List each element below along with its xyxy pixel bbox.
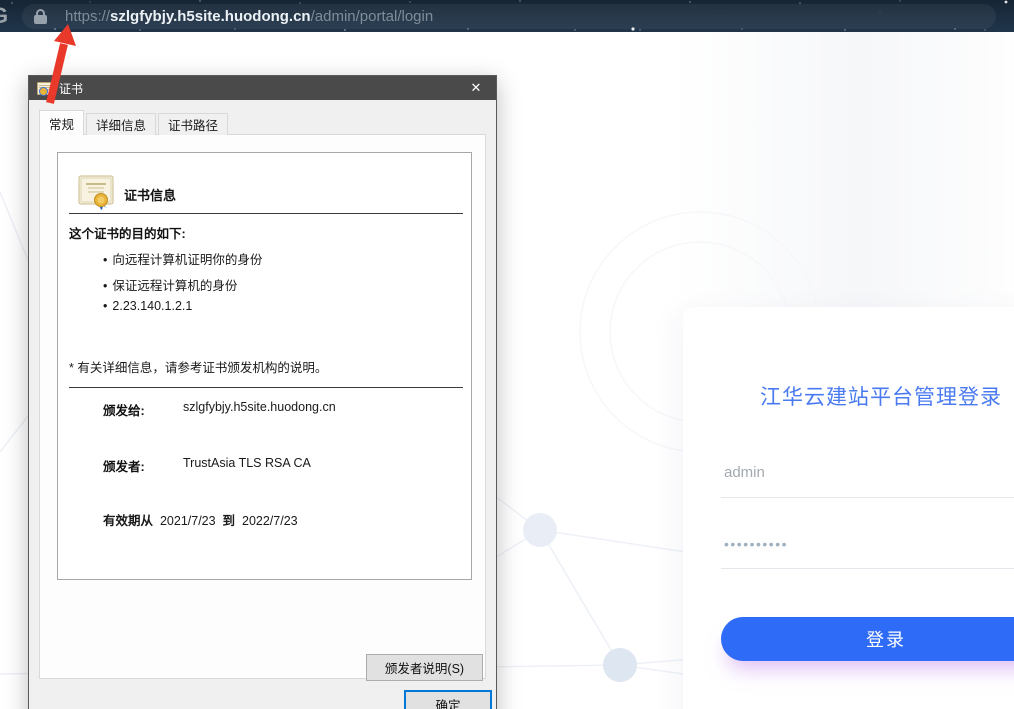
ssl-lock-icon[interactable] <box>34 9 47 24</box>
dialog-titlebar[interactable]: 证书 ✕ <box>29 76 496 100</box>
login-card: 江华云建站平台管理登录 admin •••••••••• 登录 <box>683 307 1014 709</box>
issued-by-value: TrustAsia TLS RSA CA <box>183 456 311 470</box>
screen: G https://szlgfybjy.h5site.huodong.cn/ad… <box>0 0 1014 709</box>
ca-note: * 有关详细信息，请参考证书颁发机构的说明。 <box>69 357 327 376</box>
url-domain: szlgfybjy.h5site.huodong.cn <box>110 8 311 25</box>
purpose-heading: 这个证书的目的如下: <box>69 223 186 242</box>
issuer-statement-button[interactable]: 颁发者说明(S) <box>366 654 483 681</box>
cert-info-heading: 证书信息 <box>124 185 176 204</box>
tab-page-general: 证书信息 这个证书的目的如下: •向远程计算机证明你的身份 •保证远程计算机的身… <box>39 134 486 679</box>
url-omnibox[interactable]: https://szlgfybjy.h5site.huodong.cn/admi… <box>22 4 996 29</box>
login-page-title: 江华云建站平台管理登录 <box>721 381 1014 411</box>
url-path: /admin/portal/login <box>311 8 434 25</box>
dialog-tabs: 常规 详细信息 证书路径 <box>39 111 230 135</box>
login-button[interactable]: 登录 <box>721 617 1014 661</box>
password-underline <box>721 568 1014 569</box>
username-underline <box>721 497 1014 498</box>
certificate-small-icon <box>37 82 53 95</box>
tab-details[interactable]: 详细信息 <box>86 113 156 135</box>
divider <box>69 387 463 388</box>
purpose-item: •向远程计算机证明你的身份 <box>103 249 262 268</box>
password-input[interactable]: •••••••••• <box>724 536 788 552</box>
certificate-dialog: 证书 ✕ 常规 详细信息 证书路径 证书信息 <box>28 75 497 709</box>
purpose-item: •保证远程计算机的身份 <box>103 275 237 294</box>
issued-to-value: szlgfybjy.h5site.huodong.cn <box>183 400 336 414</box>
certificate-info-panel: 证书信息 这个证书的目的如下: •向远程计算机证明你的身份 •保证远程计算机的身… <box>57 152 472 580</box>
issued-to-label: 颁发给: <box>103 400 145 419</box>
username-input[interactable]: admin <box>724 464 765 481</box>
ok-button[interactable]: 确定 <box>404 690 492 709</box>
url-text[interactable]: https://szlgfybjy.h5site.huodong.cn/admi… <box>65 8 433 25</box>
issued-by-label: 颁发者: <box>103 456 145 475</box>
dialog-title: 证书 <box>59 80 83 97</box>
browser-address-bar: G https://szlgfybjy.h5site.huodong.cn/ad… <box>0 0 1014 32</box>
validity-row: 有效期从 2021/7/23 到 2022/7/23 <box>103 510 298 529</box>
close-icon[interactable]: ✕ <box>456 76 496 100</box>
divider <box>69 213 463 214</box>
certificate-icon <box>78 175 116 211</box>
tab-general[interactable]: 常规 <box>39 110 84 135</box>
url-scheme: https:// <box>65 8 110 25</box>
purpose-item: •2.23.140.1.2.1 <box>103 299 192 313</box>
tab-cert-path[interactable]: 证书路径 <box>158 113 228 135</box>
browser-logo-partial: G <box>0 3 8 29</box>
